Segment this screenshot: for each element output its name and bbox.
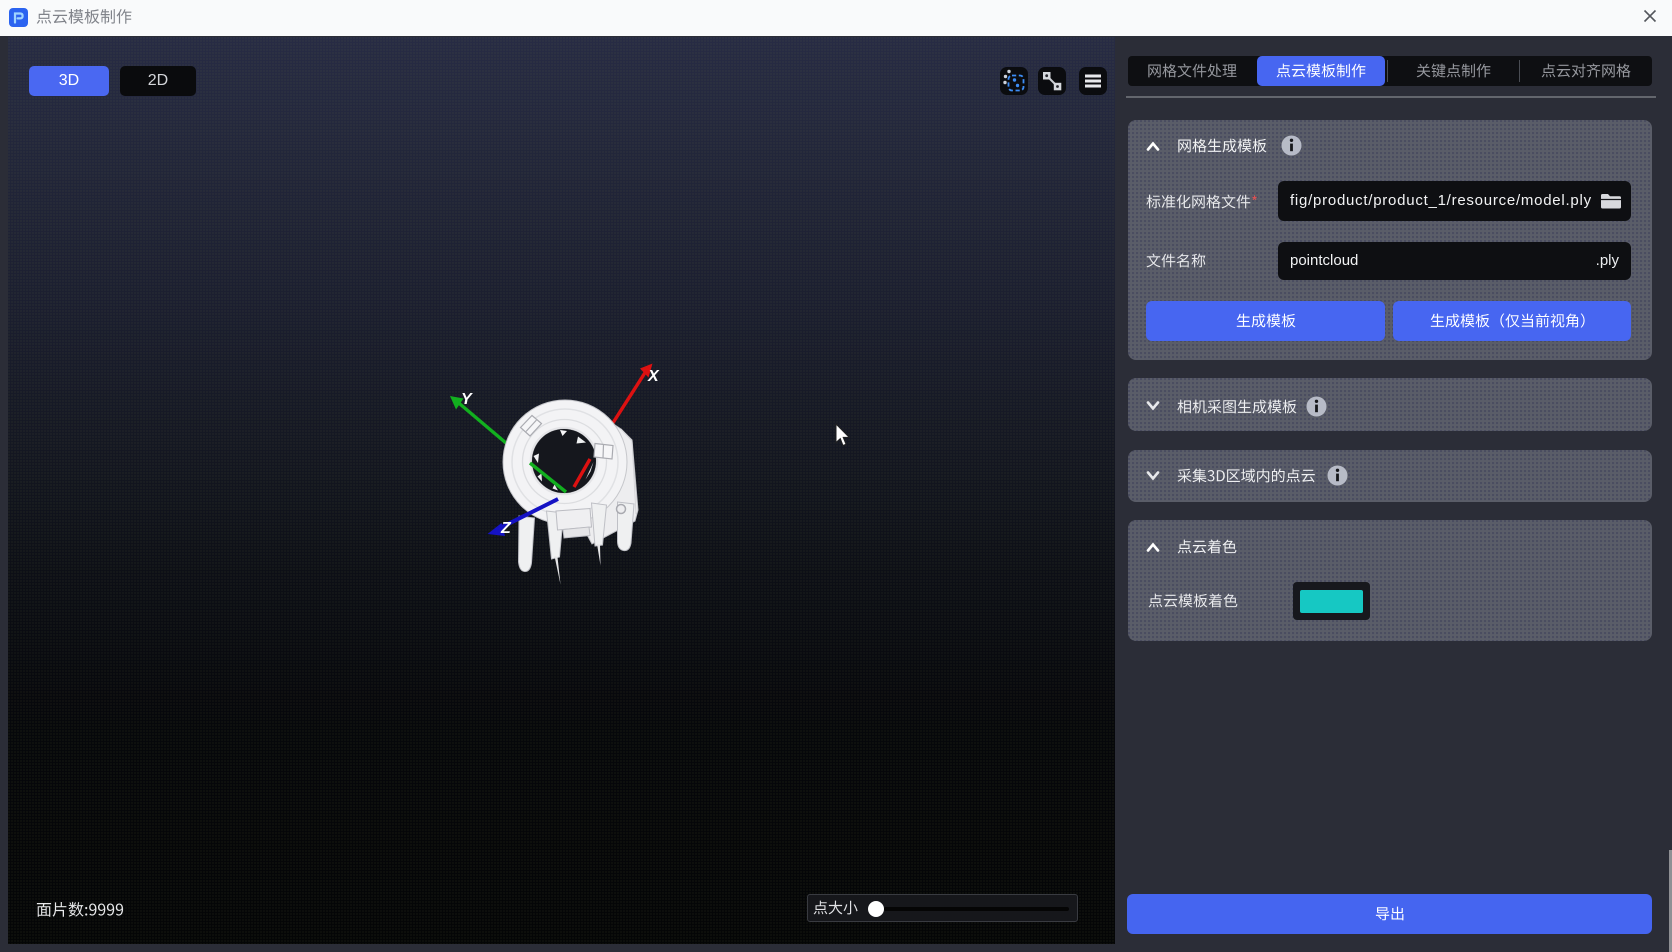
svg-text:Z: Z — [500, 520, 512, 537]
svg-text:Y: Y — [461, 391, 473, 408]
svg-text:X: X — [647, 368, 660, 385]
